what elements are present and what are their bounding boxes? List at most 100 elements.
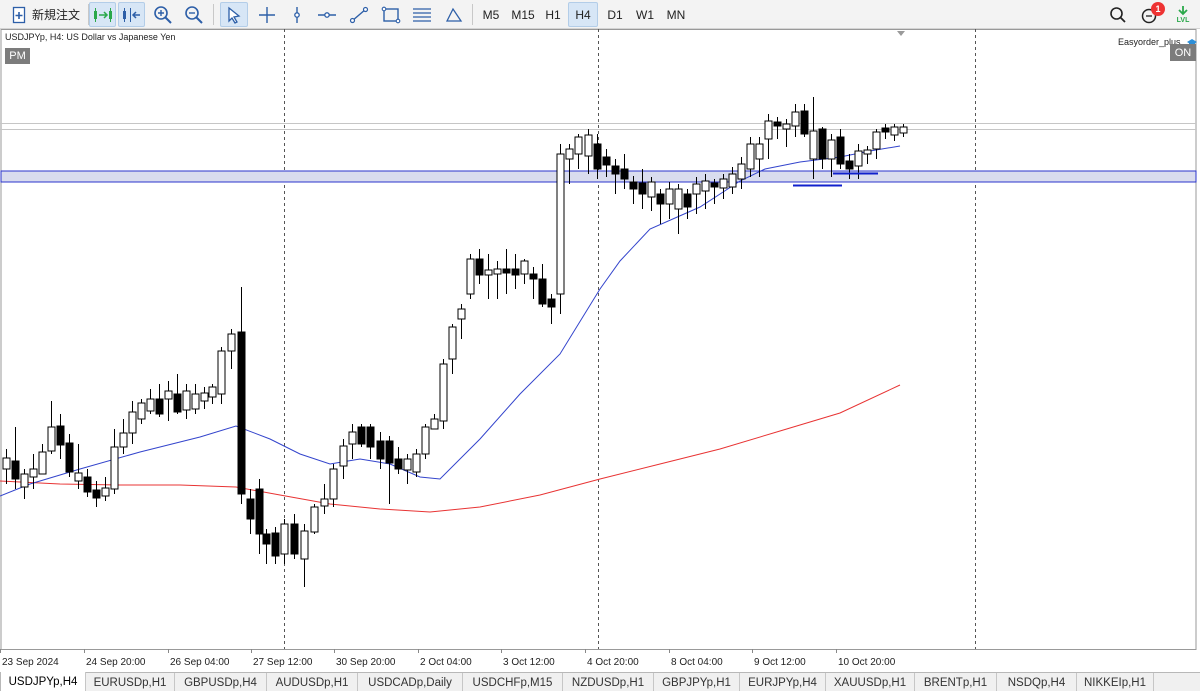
bullish-candle xyxy=(2,457,11,470)
timeframe-w1[interactable]: W1 xyxy=(633,2,657,27)
bearish-candle xyxy=(83,476,92,493)
bullish-candle xyxy=(827,139,836,160)
search-button[interactable] xyxy=(1106,2,1130,27)
trendline-icon xyxy=(349,6,369,24)
algo-trading-button[interactable] xyxy=(89,2,116,27)
bullish-candle xyxy=(20,473,29,488)
triangle-tool-button[interactable] xyxy=(440,2,467,27)
bullish-candle xyxy=(791,111,800,127)
timeframe-m5[interactable]: M5 xyxy=(478,2,504,27)
notification-count-badge: 1 xyxy=(1151,2,1165,16)
triangle-icon xyxy=(444,6,464,24)
zoom-in-button[interactable] xyxy=(150,2,175,27)
timeframe-mn[interactable]: MN xyxy=(662,2,690,27)
bullish-candle xyxy=(728,173,737,188)
timeframe-h4[interactable]: H4 xyxy=(568,2,598,27)
bullish-candle xyxy=(119,432,128,448)
time-axis-label: 24 Sep 20:00 xyxy=(86,657,146,668)
tab-usdchfp-m15[interactable]: USDCHFp,M15 xyxy=(463,673,563,691)
price-chart[interactable]: 23 Sep 2024 24 Sep 20:00 26 Sep 04:00 27 Se… xyxy=(0,29,1200,672)
rectangle-tool-button[interactable] xyxy=(377,2,404,27)
tab-label: XAUUSDp,H1 xyxy=(833,676,907,689)
tab-eurjpyp-h4[interactable]: EURJPYp,H4 xyxy=(740,673,826,691)
timeframe-h1[interactable]: H1 xyxy=(542,2,564,27)
tab-xauusdp-h1[interactable]: XAUUSDp,H1 xyxy=(826,673,915,691)
fibonacci-tool-button[interactable] xyxy=(408,2,435,27)
bearish-candle xyxy=(502,268,511,274)
search-icon xyxy=(1109,6,1127,24)
trendline-tool-button[interactable] xyxy=(345,2,372,27)
bullish-candle xyxy=(200,392,209,402)
tab-nikkeip-h1[interactable]: NIKKEIp,H1 xyxy=(1077,673,1154,691)
bullish-candle xyxy=(448,326,457,360)
bearish-candle xyxy=(538,278,547,305)
bullish-candle xyxy=(217,350,226,395)
tab-eurusdp-h1[interactable]: EURUSDp,H1 xyxy=(86,673,175,691)
bearish-candle xyxy=(65,442,74,473)
bullish-candle xyxy=(746,143,755,170)
bullish-candle xyxy=(439,363,448,422)
time-axis-label: 10 Oct 20:00 xyxy=(838,657,896,668)
bullish-candle xyxy=(899,126,908,134)
time-axis-label: 27 Sep 12:00 xyxy=(253,657,313,668)
timeframe-d1[interactable]: D1 xyxy=(603,2,627,27)
bullish-candle xyxy=(574,136,583,155)
time-axis-label: 8 Oct 04:00 xyxy=(671,657,723,668)
bearish-candle xyxy=(602,156,611,166)
fibonacci-icon xyxy=(412,6,432,24)
bearish-candle xyxy=(818,128,827,160)
bearish-candle xyxy=(683,193,692,208)
trading-app: 新規注文 M5 M15 H1 H4 D1 W1 MN 1 LVL 23 Sep … xyxy=(0,0,1200,691)
slow-moving-average-line xyxy=(0,384,901,513)
bullish-candle xyxy=(74,472,83,482)
tab-label: EURUSDp,H1 xyxy=(93,676,167,689)
level-icon xyxy=(1175,5,1191,17)
tab-brentp-h1[interactable]: BRENTp,H1 xyxy=(915,673,997,691)
tab-audusdp-h1[interactable]: AUDUSDp,H1 xyxy=(267,673,358,691)
bullish-candle xyxy=(348,431,357,445)
tab-nsdqp-h4[interactable]: NSDQp,H4 xyxy=(997,673,1077,691)
horizontal-line-icon xyxy=(317,6,337,24)
pm-badge: PM xyxy=(5,48,30,64)
main-toolbar: 新規注文 M5 M15 H1 H4 D1 W1 MN 1 LVL xyxy=(0,0,1200,29)
cursor-tool-button[interactable] xyxy=(220,2,248,27)
tab-usdcadp-daily[interactable]: USDCADp,Daily xyxy=(358,673,463,691)
bullish-candle xyxy=(137,402,146,420)
bearish-candle xyxy=(475,258,484,276)
vertical-line-tool-button[interactable] xyxy=(284,2,309,27)
bearish-candle xyxy=(710,182,719,188)
bearish-candle xyxy=(547,298,556,308)
tab-label: BRENTp,H1 xyxy=(923,676,988,689)
tab-label: EURJPYp,H4 xyxy=(748,676,817,689)
tab-gbpjpyp-h1[interactable]: GBPJPYp,H1 xyxy=(654,673,740,691)
horizontal-line-tool-button[interactable] xyxy=(313,2,340,27)
tab-nzdusdp-h1[interactable]: NZDUSDp,H1 xyxy=(563,673,654,691)
timeframe-label: D1 xyxy=(607,7,623,22)
crosshair-tool-button[interactable] xyxy=(254,2,279,27)
new-order-button[interactable]: 新規注文 xyxy=(8,2,86,27)
bullish-candle xyxy=(412,453,421,473)
chart-frame xyxy=(0,29,1197,650)
chart-canvas[interactable]: 23 Sep 2024 24 Sep 20:00 26 Sep 04:00 27 Se… xyxy=(0,29,1200,672)
tab-label: GBPJPYp,H1 xyxy=(662,676,731,689)
chart-title: USDJPYp, H4: US Dollar vs Japanese Yen xyxy=(5,32,176,42)
tab-usdjpyp-h4[interactable]: USDJPYp,H4 xyxy=(0,672,86,691)
tab-label: USDCADp,Daily xyxy=(368,676,452,689)
bearish-candle xyxy=(800,110,809,135)
autoscroll-button[interactable] xyxy=(118,2,145,27)
time-axis-label: 23 Sep 2024 xyxy=(2,657,59,668)
level-button[interactable]: LVL xyxy=(1170,2,1196,27)
bullish-candle xyxy=(890,126,899,136)
zoom-out-button[interactable] xyxy=(181,2,206,27)
bearish-candle xyxy=(56,425,65,446)
timeframe-m15[interactable]: M15 xyxy=(507,2,539,27)
toolbar-divider xyxy=(213,4,214,25)
bearish-candle xyxy=(511,268,520,276)
bullish-candle xyxy=(782,123,791,130)
bearish-candle xyxy=(845,160,854,170)
bullish-candle xyxy=(565,148,574,160)
bullish-candle xyxy=(755,143,764,160)
timeframe-label: M15 xyxy=(511,7,535,22)
tab-gbpusdp-h4[interactable]: GBPUSDp,H4 xyxy=(175,673,267,691)
bearish-candle xyxy=(366,426,375,448)
